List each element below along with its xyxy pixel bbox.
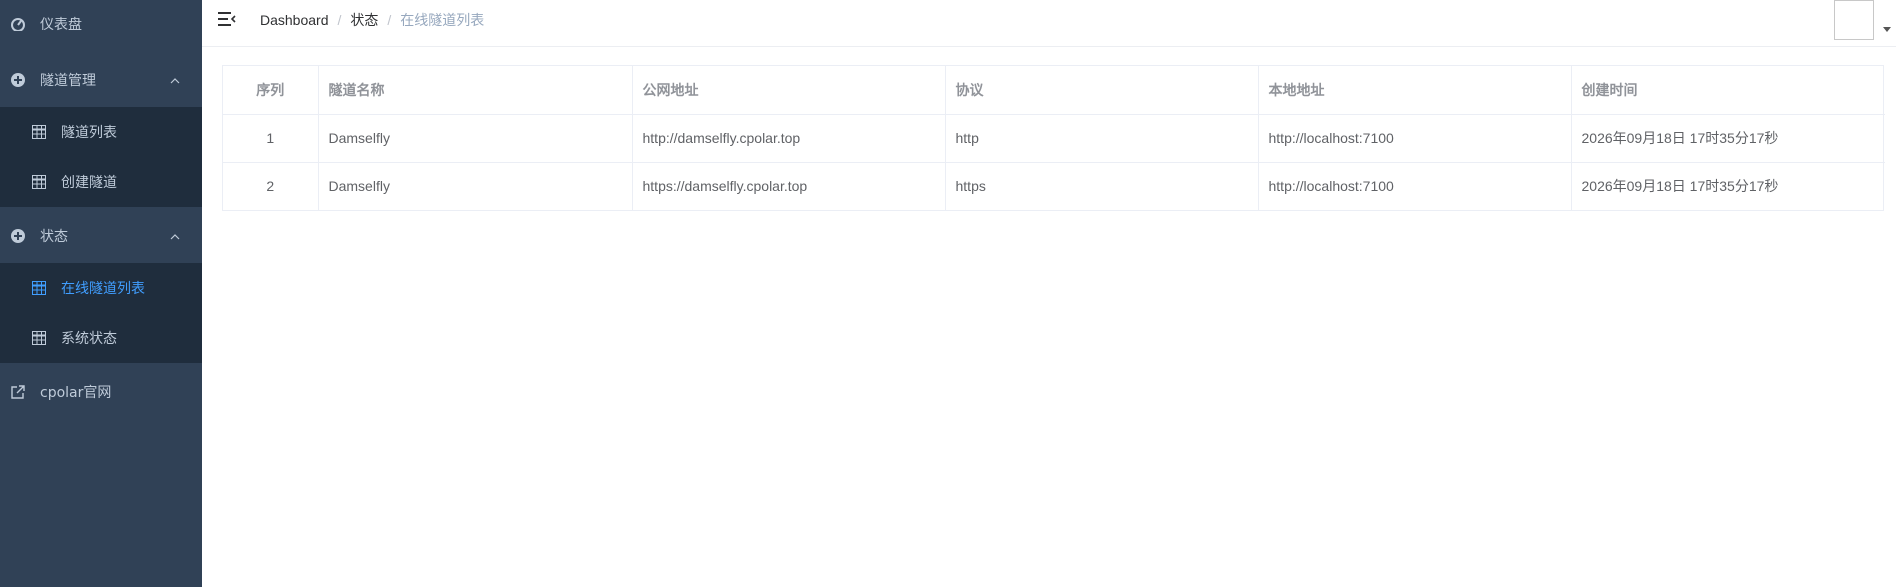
- column-header: 协议: [945, 66, 1259, 115]
- table-row: 2 Damselfly https://damselfly.cpolar.top…: [223, 162, 1885, 210]
- avatar[interactable]: [1834, 0, 1874, 40]
- sidebar-item-create-tunnel[interactable]: 创建隧道: [0, 157, 202, 207]
- breadcrumb-separator: /: [387, 12, 392, 28]
- sidebar-item-label: 状态: [40, 229, 68, 245]
- sidebar-item-online-tunnels[interactable]: 在线隧道列表: [0, 263, 202, 313]
- sidebar-item-status[interactable]: 状态: [0, 212, 202, 260]
- table-cell-public-url: http://damselfly.cpolar.top: [632, 114, 946, 163]
- table-cell-name: Damselfly: [318, 162, 633, 210]
- table-row: 1 Damselfly http://damselfly.cpolar.top …: [223, 114, 1885, 163]
- sidebar-item-tunnel-management[interactable]: 隧道管理: [0, 56, 202, 104]
- table-icon: [32, 175, 46, 189]
- table-icon: [32, 331, 46, 345]
- breadcrumb-current: 在线隧道列表: [400, 12, 485, 28]
- sidebar-item-label: 隧道管理: [40, 73, 96, 89]
- hamburger-icon[interactable]: [218, 11, 236, 27]
- plus-circle-icon: [11, 229, 25, 243]
- column-header: 序列: [223, 66, 319, 115]
- table-cell-public-url: https://damselfly.cpolar.top: [632, 162, 946, 210]
- breadcrumb-status: 状态: [350, 12, 379, 28]
- table-cell-name: Damselfly: [318, 114, 633, 163]
- column-header: 本地地址: [1258, 66, 1572, 115]
- sidebar-item-system-status[interactable]: 系统状态: [0, 313, 202, 363]
- table-cell-index: 1: [223, 114, 319, 163]
- sidebar: 仪表盘 隧道管理 隧道列表 创建隧道 状态 在线隧道列表 系统状态 cpolar…: [0, 0, 202, 587]
- dashboard-icon: [11, 17, 25, 31]
- table-icon: [32, 125, 46, 139]
- tunnel-table: 序列 隧道名称 公网地址 协议 本地地址 创建时间 1 Damselfly ht…: [222, 65, 1885, 211]
- sidebar-item-label: 仪表盘: [40, 17, 82, 33]
- breadcrumb-dashboard[interactable]: Dashboard: [260, 12, 329, 28]
- sidebar-item-label: 在线隧道列表: [61, 281, 145, 297]
- sidebar-item-label: cpolar官网: [40, 385, 112, 401]
- sidebar-item-cpolar-site[interactable]: cpolar官网: [0, 368, 202, 416]
- navbar: Dashboard / 状态 / 在线隧道列表: [202, 0, 1896, 47]
- external-link-icon: [11, 385, 25, 399]
- table-cell-local-address: http://localhost:7100: [1258, 114, 1572, 163]
- breadcrumb-separator: /: [337, 12, 342, 28]
- plus-circle-icon: [11, 73, 25, 87]
- sidebar-item-label: 创建隧道: [61, 175, 117, 191]
- column-header: 隧道名称: [318, 66, 633, 115]
- table-cell-index: 2: [223, 162, 319, 210]
- chevron-up-icon: [170, 72, 180, 88]
- breadcrumb: Dashboard / 状态 / 在线隧道列表: [260, 0, 484, 40]
- chevron-up-icon: [170, 228, 180, 244]
- table-cell-created-time: 2026年09月18日 17时35分17秒: [1571, 114, 1885, 163]
- table-icon: [32, 281, 46, 295]
- table-cell-protocol: https: [945, 162, 1259, 210]
- table-cell-created-time: 2026年09月18日 17时35分17秒: [1581, 178, 1779, 195]
- sidebar-item-label: 系统状态: [61, 331, 117, 347]
- sidebar-item-dashboard[interactable]: 仪表盘: [0, 0, 202, 48]
- table-cell-protocol: http: [945, 114, 1259, 163]
- sidebar-item-tunnel-list[interactable]: 隧道列表: [0, 107, 202, 157]
- table-header-row: 序列 隧道名称 公网地址 协议 本地地址 创建时间: [223, 66, 1885, 115]
- caret-down-icon[interactable]: [1883, 27, 1891, 32]
- sidebar-item-label: 隧道列表: [61, 125, 117, 141]
- column-header: 创建时间: [1571, 66, 1885, 115]
- column-header: 公网地址: [632, 66, 946, 115]
- table-cell-local-address: http://localhost:7100: [1258, 162, 1572, 210]
